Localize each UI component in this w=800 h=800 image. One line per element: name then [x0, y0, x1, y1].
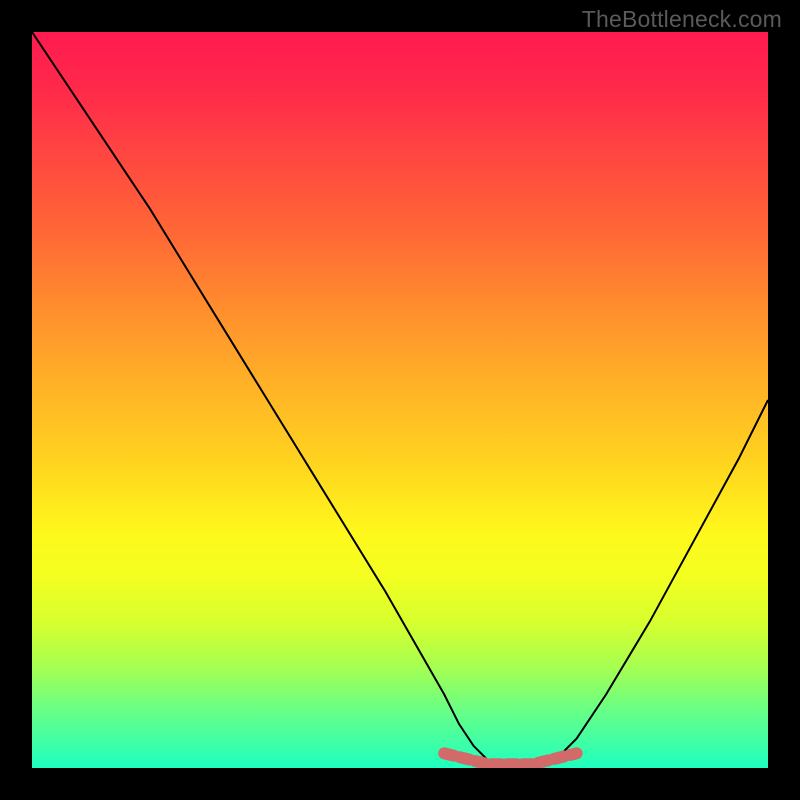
chart-area [32, 32, 768, 768]
band-layer [444, 753, 576, 764]
curve-layer [32, 32, 768, 768]
bottleneck-curve [32, 32, 768, 768]
optimal-band [444, 753, 576, 764]
chart-svg [32, 32, 768, 768]
watermark-text: TheBottleneck.com [582, 6, 782, 33]
